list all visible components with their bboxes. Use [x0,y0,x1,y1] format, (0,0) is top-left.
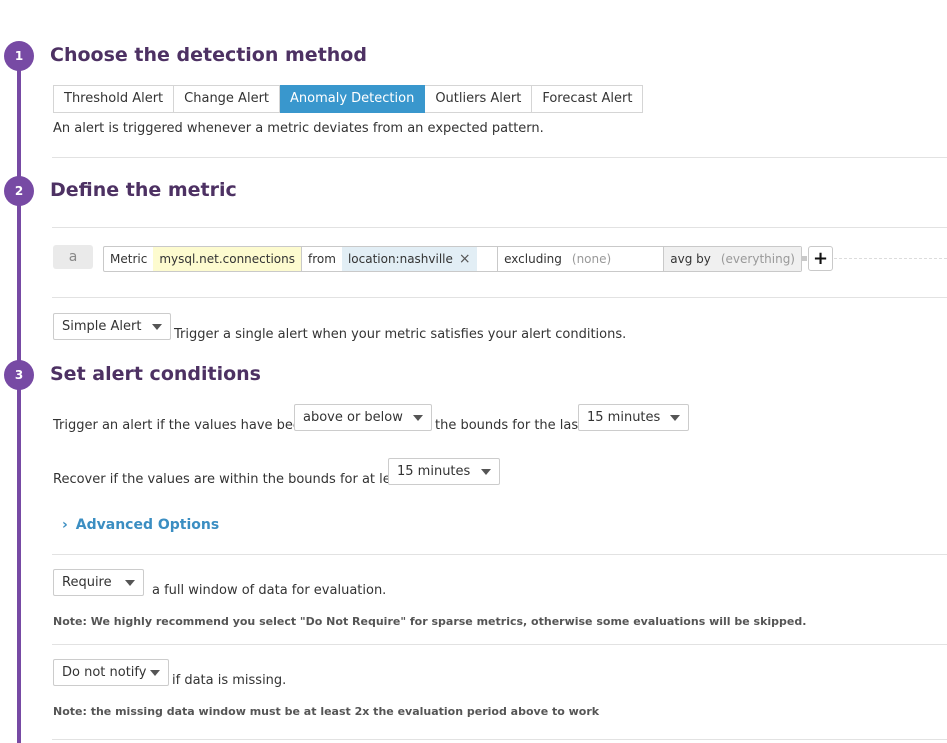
divider [52,227,947,228]
chevron-down-icon [481,469,491,475]
chevron-down-icon [670,415,680,421]
advanced-options-toggle[interactable]: › Advanced Options [62,517,219,533]
trigger-window-value: 15 minutes [587,410,661,425]
step-2-title: Define the metric [50,179,237,201]
require-data-text: a full window of data for evaluation. [152,583,387,598]
chevron-right-icon: › [62,517,68,533]
tab-threshold-alert[interactable]: Threshold Alert [53,85,175,113]
require-data-note: Note: We highly recommend you select "Do… [53,615,807,628]
missing-data-select[interactable]: Do not notify [53,659,169,686]
recover-prefix-text: Recover if the values are within the bou… [53,472,411,487]
divider [52,157,947,158]
from-tag[interactable]: location:nashville × [341,247,477,271]
chevron-down-icon [125,580,135,586]
from-tag-label: location:nashville [347,252,453,266]
excluding-label: excluding [504,252,562,266]
add-function-button[interactable]: + [808,246,833,271]
chevron-down-icon [152,324,162,330]
tab-anomaly-detection[interactable]: Anomaly Detection [280,85,426,113]
recover-window-value: 15 minutes [397,464,471,479]
missing-data-note: Note: the missing data window must be at… [53,705,600,718]
metric-query-editor: Metric mysql.net.connections from locati… [103,246,802,272]
divider [52,739,947,740]
chevron-down-icon [413,415,423,421]
tab-outliers-alert[interactable]: Outliers Alert [425,85,533,113]
step-1-title: Choose the detection method [50,44,367,66]
divider [52,297,947,298]
dotted-line [834,258,947,259]
chevron-down-icon [150,670,160,676]
tab-change-alert[interactable]: Change Alert [174,85,281,113]
detection-description: An alert is triggered whenever a metric … [53,121,544,136]
bounds-direction-select[interactable]: above or below [294,404,432,431]
trigger-prefix-text: Trigger an alert if the values have been [53,418,310,433]
require-data-select[interactable]: Require [53,569,144,596]
step-2-badge: 2 [4,176,34,206]
alert-type-description: Trigger a single alert when your metric … [174,327,627,342]
from-label: from [301,247,342,271]
excluding-field[interactable]: excluding (none) [497,247,663,271]
divider [52,644,947,645]
divider [52,554,947,555]
avg-by-label: avg by [670,252,711,266]
trigger-middle-text: the bounds for the last [435,418,584,433]
connector [801,256,807,261]
bounds-direction-value: above or below [303,410,403,425]
trigger-window-select[interactable]: 15 minutes [578,404,689,431]
remove-tag-icon[interactable]: × [459,251,471,267]
missing-data-value: Do not notify [62,665,147,680]
step-1-badge: 1 [4,41,34,71]
alert-type-value: Simple Alert [62,319,142,334]
from-tag-input[interactable] [477,247,497,271]
metric-label: Metric [110,252,148,266]
excluding-placeholder: (none) [571,252,612,266]
require-data-value: Require [62,575,112,590]
avg-by-field[interactable]: avg by (everything) [663,247,801,271]
plus-icon: + [812,248,829,269]
recover-window-select[interactable]: 15 minutes [388,458,500,485]
query-letter[interactable]: a [53,245,93,269]
advanced-options-label: Advanced Options [75,517,220,533]
metric-name-input[interactable]: mysql.net.connections [153,247,301,271]
avg-by-placeholder: (everything) [720,252,795,266]
detection-method-tabs: Threshold Alert Change Alert Anomaly Det… [53,85,644,113]
alert-type-select[interactable]: Simple Alert [53,313,171,340]
missing-data-text: if data is missing. [172,673,287,688]
tab-forecast-alert[interactable]: Forecast Alert [532,85,644,113]
step-3-title: Set alert conditions [50,363,261,385]
step-3-badge: 3 [4,360,34,390]
steps-rail [17,56,21,743]
